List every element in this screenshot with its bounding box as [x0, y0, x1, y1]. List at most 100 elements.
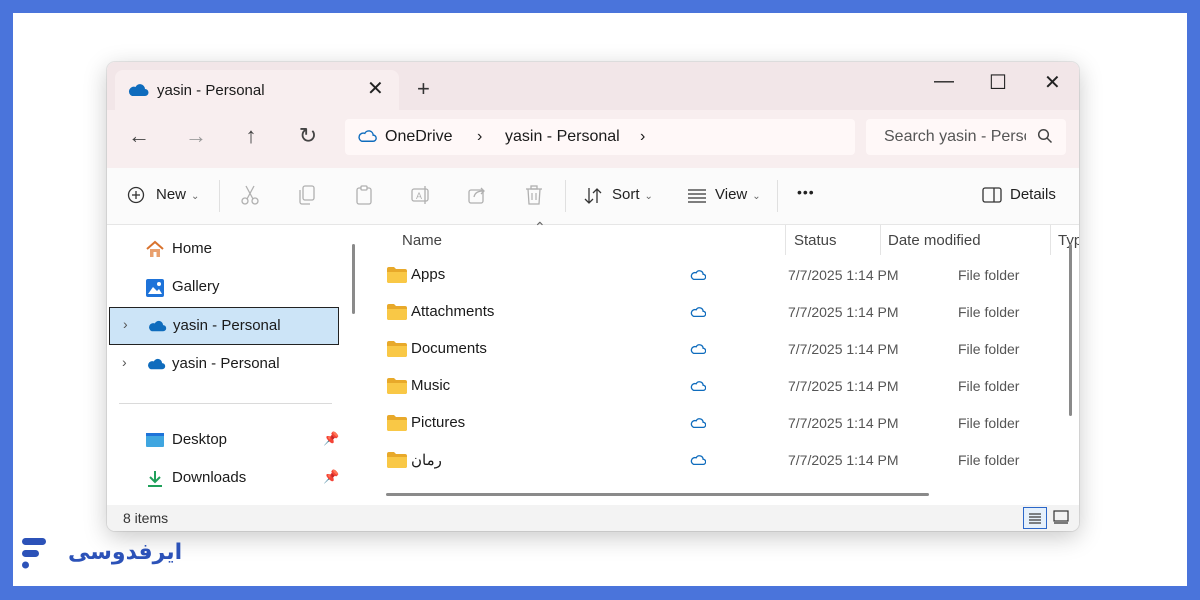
- sidebar-item-label: yasin - Personal: [173, 317, 281, 334]
- sidebar-scrollbar[interactable]: [352, 244, 355, 314]
- close-window-button[interactable]: ✕: [1044, 70, 1061, 95]
- file-date-modified: 7/7/2025 1:14 PM: [788, 378, 899, 394]
- back-button[interactable]: ←: [124, 123, 154, 149]
- file-row[interactable]: Documents 7/7/2025 1:14 PM File folder: [360, 332, 1060, 369]
- file-row[interactable]: Attachments 7/7/2025 1:14 PM File folder: [360, 295, 1060, 332]
- minimize-button[interactable]: —: [934, 70, 954, 93]
- file-type: File folder: [958, 378, 1020, 394]
- up-button[interactable]: ↑: [236, 123, 266, 149]
- new-tab-button[interactable]: +: [417, 76, 430, 102]
- breadcrumb-yasin-personal[interactable]: yasin - Personal: [505, 128, 620, 146]
- column-divider[interactable]: [1050, 225, 1051, 255]
- column-header-date-modified[interactable]: Date modified: [888, 232, 981, 249]
- cloud-status-icon: [690, 416, 707, 434]
- column-divider[interactable]: [880, 225, 881, 255]
- sidebar-item-gallery[interactable]: Gallery: [109, 269, 339, 305]
- more-options-button[interactable]: •••: [797, 184, 815, 200]
- breadcrumb-onedrive[interactable]: OneDrive: [385, 128, 453, 146]
- cut-icon[interactable]: [240, 184, 260, 206]
- file-type: File folder: [958, 341, 1020, 357]
- svg-text:A: A: [416, 191, 422, 201]
- title-bar: yasin - Personal ✕ + — ☐ ✕: [107, 62, 1079, 110]
- details-button[interactable]: Details: [1010, 186, 1056, 203]
- file-row[interactable]: Music 7/7/2025 1:14 PM File folder: [360, 369, 1060, 406]
- cloud-status-icon: [690, 305, 707, 323]
- view-button[interactable]: View ⌄: [715, 186, 761, 203]
- cloud-outline-icon: [358, 130, 377, 142]
- folder-icon: [386, 303, 408, 326]
- file-row[interactable]: رمان 7/7/2025 1:14 PM File folder: [360, 443, 1060, 480]
- file-type: File folder: [958, 452, 1020, 468]
- close-tab-icon[interactable]: ✕: [367, 76, 384, 101]
- sidebar-item-label: Home: [172, 240, 213, 257]
- file-date-modified: 7/7/2025 1:14 PM: [788, 452, 899, 468]
- onedrive-icon: [148, 358, 166, 370]
- folder-icon: [386, 266, 408, 289]
- file-name: رمان: [411, 452, 442, 469]
- sort-button[interactable]: Sort ⌄: [612, 186, 653, 203]
- sidebar-item-label: Desktop: [172, 431, 228, 448]
- navigation-pane: Home Gallery › yasin - Personal › yasin …: [107, 225, 352, 505]
- tab-yasin-personal[interactable]: yasin - Personal ✕: [115, 70, 399, 110]
- file-name: Documents: [411, 340, 487, 357]
- status-bar: 8 items: [107, 505, 1079, 531]
- sidebar-item-home[interactable]: Home: [109, 231, 339, 267]
- onedrive-icon: [128, 84, 149, 96]
- address-bar[interactable]: OneDrive › yasin - Personal ›: [345, 119, 855, 155]
- sidebar-item-onedrive[interactable]: › yasin - Personal: [109, 346, 339, 382]
- file-row[interactable]: Pictures 7/7/2025 1:14 PM File folder: [360, 406, 1060, 443]
- home-icon: [146, 240, 164, 257]
- folder-icon: [386, 340, 408, 363]
- file-list: ⌃ Name Status Date modified Type Apps7/7…: [360, 219, 1079, 505]
- share-icon[interactable]: [467, 184, 487, 206]
- folder-icon: [386, 451, 408, 474]
- divider: [565, 180, 566, 212]
- new-button[interactable]: New ⌄: [156, 186, 199, 203]
- file-date-modified: 7/7/2025 1:14 PM: [788, 341, 899, 357]
- vertical-scrollbar[interactable]: [1069, 244, 1072, 416]
- pin-icon[interactable]: 📌: [323, 469, 339, 485]
- rename-icon[interactable]: A: [410, 184, 432, 206]
- search-input[interactable]: Search yasin - Personal: [884, 128, 1026, 146]
- breadcrumb-separator[interactable]: ›: [477, 128, 482, 146]
- column-header-status[interactable]: Status: [794, 232, 837, 249]
- paste-icon[interactable]: [354, 184, 374, 206]
- tab-title: yasin - Personal: [157, 82, 265, 99]
- view-button-label: View: [715, 186, 748, 203]
- sidebar-divider: [119, 403, 332, 404]
- brand-text: ایرفدوسی: [68, 540, 183, 565]
- sidebar-item-downloads[interactable]: Downloads 📌: [109, 460, 339, 496]
- file-type: File folder: [958, 267, 1020, 283]
- file-date-modified: 7/7/2025 1:14 PM: [788, 415, 899, 431]
- pin-icon[interactable]: 📌: [323, 431, 339, 447]
- file-type: File folder: [958, 304, 1020, 320]
- sidebar-item-onedrive-selected[interactable]: › yasin - Personal: [109, 307, 339, 345]
- refresh-button[interactable]: ↻: [293, 123, 323, 149]
- cloud-status-icon: [690, 379, 707, 397]
- gallery-icon: [146, 279, 164, 297]
- forward-button[interactable]: →: [181, 123, 211, 149]
- file-name: Attachments: [411, 303, 495, 320]
- search-box[interactable]: Search yasin - Personal: [866, 119, 1066, 155]
- command-bar: New ⌄ A Sort ⌄ View ⌄ ••• Details: [107, 168, 1079, 225]
- maximize-button[interactable]: ☐: [989, 70, 1007, 95]
- tiles-view-icon[interactable]: [1052, 509, 1070, 525]
- details-view-toggle[interactable]: [1023, 507, 1047, 529]
- file-name: Pictures: [411, 414, 466, 431]
- horizontal-scrollbar[interactable]: [386, 493, 929, 496]
- expand-chevron-icon[interactable]: ›: [123, 316, 128, 332]
- file-name: Apps: [411, 266, 446, 283]
- file-row[interactable]: Apps 7/7/2025 1:14 PM File folder: [360, 258, 1060, 295]
- expand-chevron-icon[interactable]: ›: [122, 354, 127, 370]
- divider: [219, 180, 220, 212]
- delete-icon[interactable]: [524, 184, 544, 206]
- search-icon: [1037, 128, 1053, 144]
- file-explorer-window: yasin - Personal ✕ + — ☐ ✕ ← → ↑ ↻ OneDr…: [107, 62, 1079, 531]
- column-header-name[interactable]: Name: [402, 232, 442, 249]
- breadcrumb-separator[interactable]: ›: [640, 128, 645, 146]
- onedrive-icon: [149, 320, 167, 332]
- copy-icon[interactable]: [297, 184, 317, 206]
- cloud-status-icon: [690, 268, 707, 286]
- column-divider[interactable]: [785, 225, 786, 255]
- sidebar-item-desktop[interactable]: Desktop 📌: [109, 422, 339, 458]
